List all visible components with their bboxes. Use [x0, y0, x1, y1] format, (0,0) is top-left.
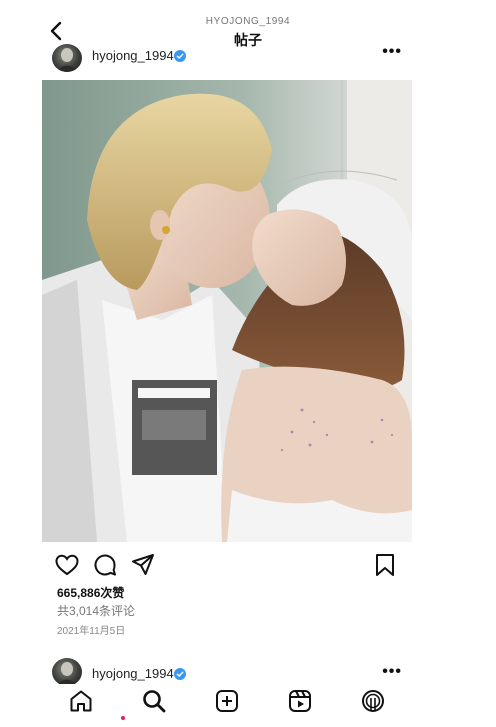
like-count[interactable]: 665,886次赞 [57, 584, 124, 601]
post-date: 2021年11月5日 [57, 626, 126, 637]
next-post-more-icon[interactable]: ••• [382, 664, 402, 680]
post-actions [42, 552, 412, 578]
next-post-header: hyojong_1994 ••• [42, 658, 412, 686]
verified-badge-icon [174, 50, 186, 62]
next-post-avatar[interactable] [52, 658, 82, 686]
bookmark-icon[interactable] [372, 552, 398, 578]
next-post-username[interactable]: hyojong_1994 [92, 666, 174, 681]
home-icon[interactable] [68, 688, 94, 714]
heart-icon[interactable] [54, 552, 80, 578]
profile-icon[interactable] [360, 688, 386, 714]
verified-badge-icon [174, 668, 186, 680]
header-username: HYOJONG_1994 [205, 16, 291, 27]
reels-icon[interactable] [287, 688, 313, 714]
view-comments-link[interactable]: 共3,014条评论 [57, 602, 135, 619]
comment-icon[interactable] [92, 552, 118, 578]
search-icon[interactable] [141, 688, 167, 714]
send-icon[interactable] [130, 552, 156, 578]
more-options-icon[interactable]: ••• [382, 44, 402, 60]
post-username[interactable]: hyojong_1994 [92, 48, 174, 63]
post-header: hyojong_1994 ••• [42, 44, 412, 74]
plus-square-icon[interactable] [214, 688, 240, 714]
avatar[interactable] [52, 44, 82, 72]
active-tab-dot [121, 716, 125, 720]
bottom-tab-bar [42, 684, 412, 727]
post-photo[interactable] [42, 80, 412, 542]
